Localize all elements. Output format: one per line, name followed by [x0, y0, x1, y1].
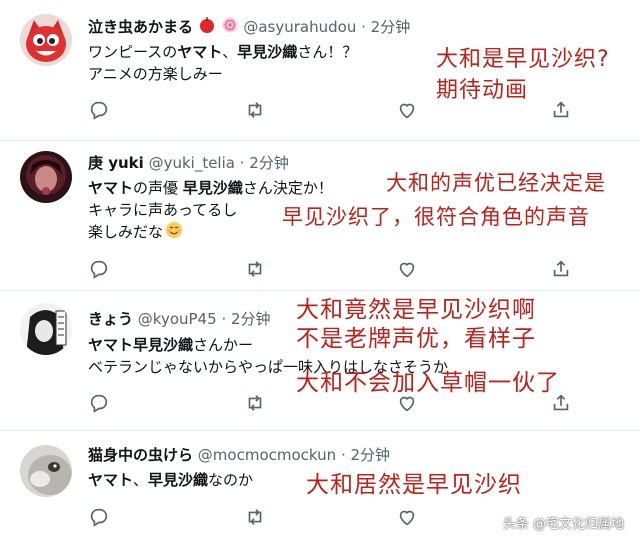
retweet-icon[interactable] — [244, 392, 266, 414]
like-icon[interactable] — [396, 392, 418, 414]
timestamp[interactable]: · 2分钟 — [341, 446, 390, 464]
retweet-icon[interactable] — [244, 99, 266, 121]
tweet-1[interactable]: 泣き虫あかまる @asyurahudou · 2分钟 ワンピースのヤマト、早見沙… — [0, 0, 640, 140]
tweet-text: ワンピースのヤマト、早見沙織さん！？ アニメの方楽しみー — [88, 41, 357, 85]
translation-annotation: 大和的声优已经决定是 早见沙织了，很符合角色的声音 — [282, 171, 606, 229]
tweet-actions — [0, 258, 640, 282]
timestamp[interactable]: · 2分钟 — [221, 310, 270, 328]
avatar[interactable] — [20, 303, 72, 355]
manga-avatar-icon — [20, 303, 72, 355]
cat-photo-avatar-icon — [20, 445, 72, 497]
reply-icon[interactable] — [88, 392, 110, 414]
cat-mascot-icon — [20, 14, 72, 66]
translation-annotation: 大和居然是早见沙织 — [306, 472, 522, 498]
display-name[interactable]: 泣き虫あかまる — [88, 18, 193, 36]
user-handle[interactable]: @kyouP45 — [138, 310, 217, 328]
avatar[interactable] — [20, 151, 72, 203]
text-line: アニメの方楽しみー — [88, 65, 223, 83]
share-icon[interactable] — [550, 99, 572, 121]
retweet-icon[interactable] — [244, 258, 266, 280]
text-line: ヤマト、早見沙織なのか — [88, 471, 254, 489]
user-handle[interactable]: @asyurahudou — [243, 18, 356, 36]
text-line: ワンピースのヤマト、早見沙織さん！？ — [88, 43, 358, 61]
retweet-icon[interactable] — [244, 506, 266, 528]
like-icon[interactable] — [396, 99, 418, 121]
like-icon[interactable] — [396, 506, 418, 528]
user-handle[interactable]: @yuki_telia — [149, 154, 235, 172]
tweet-actions — [0, 392, 640, 416]
timestamp[interactable]: · 2分钟 — [361, 18, 410, 36]
share-icon[interactable] — [550, 258, 572, 280]
avatar[interactable] — [20, 14, 72, 66]
tweet-3[interactable]: きょう @kyouP45 · 2分钟 ヤマト早見沙織さんかー ベテランじゃないか… — [0, 291, 640, 429]
tweet-text: ヤマト、早見沙織なのか — [88, 469, 253, 491]
swirl-emoji-icon — [221, 16, 239, 39]
tweet-2[interactable]: 庚 yuki @yuki_telia · 2分钟 ヤマトの声優 早見沙織さん決定… — [0, 141, 640, 289]
share-icon[interactable] — [550, 392, 572, 414]
reply-icon[interactable] — [88, 258, 110, 280]
reply-icon[interactable] — [88, 506, 110, 528]
tweet-actions — [0, 99, 640, 123]
display-name[interactable]: 庚 yuki — [88, 154, 144, 172]
like-icon[interactable] — [396, 258, 418, 280]
avatar[interactable] — [20, 445, 72, 497]
reply-icon[interactable] — [88, 99, 110, 121]
portrait-avatar-icon — [20, 151, 72, 203]
display-name[interactable]: 猫身中の虫けら — [88, 446, 193, 464]
display-name[interactable]: きょう — [88, 310, 133, 328]
user-handle[interactable]: @mocmocmockun — [198, 446, 336, 464]
apple-emoji-icon — [198, 16, 216, 39]
translation-annotation: 大和是早见沙织? 期待动画 — [436, 47, 610, 103]
watermark: 头条 @宅文化归属地 — [502, 517, 624, 532]
smiling-face-emoji-icon — [165, 221, 183, 245]
translation-annotation: 大和竟然是早见沙织啊 不是老牌声优，看样子 大和不会加入草帽一伙了 — [296, 297, 560, 396]
